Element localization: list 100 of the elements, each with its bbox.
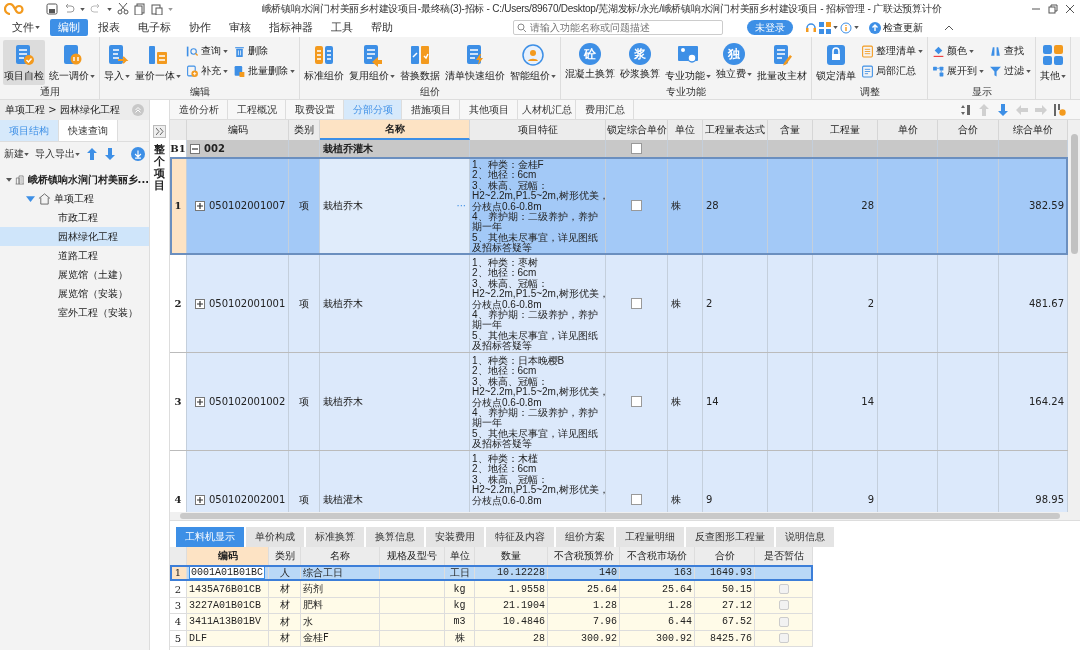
ribbon-button[interactable]: 专业功能 [664, 40, 712, 85]
redo-icon[interactable] [90, 3, 102, 15]
menu-tab[interactable]: 文件 [4, 19, 48, 36]
checkbox[interactable] [778, 600, 789, 611]
menu-tab[interactable]: 审核 [221, 19, 259, 36]
expand-button[interactable] [195, 200, 205, 211]
panel-tab[interactable]: 快速查询 [59, 120, 118, 141]
expand-caret-icon[interactable] [26, 194, 35, 203]
expand-button[interactable] [195, 298, 205, 309]
table-row[interactable]: 1 050102001007 项 栽植乔木 ··· 1、种类：金桂F 2、地径：6cm 3、株高、冠幅： H2~2.2m,P1.5~2m,树形优美， 分枝点0.6-0.8m 4、养护期：二级养护，养护 期一年 5、其他未尽事宜，详见图纸 及招标答疑等 株 28 28 382.59 [170, 157, 1068, 255]
ribbon-button[interactable]: 浆 砂浆换算 [619, 40, 661, 83]
ribbon-button[interactable]: 清单快速组价 [444, 40, 506, 85]
up-arrow-icon[interactable] [86, 148, 98, 160]
scrollbar[interactable] [1068, 120, 1080, 512]
tree-item[interactable]: 道路工程 [0, 246, 149, 265]
tree-item[interactable]: 市政工程 [0, 208, 149, 227]
detail-tab[interactable]: 安装费用 [426, 527, 484, 547]
menu-tab[interactable]: 报表 [90, 19, 128, 36]
detail-tab[interactable]: 特征及内容 [486, 527, 554, 547]
table-row[interactable]: 2 050102001001 项 栽植乔木 1、种类：枣树 2、地径：6cm 3、株高、冠幅： H2~2.2m,P1.5~2m,树形优美， 分枝点0.6-0.8m 4、养护期：二级养护，养护 期一年 5、其他未尽事宜，详见图纸 及招标答疑等 株 2 2 481.67 [170, 255, 1068, 353]
checkbox[interactable] [631, 143, 642, 154]
detail-tab[interactable]: 工程量明细 [616, 527, 684, 547]
apps-icon[interactable] [819, 21, 831, 34]
copy-icon[interactable] [134, 3, 146, 15]
column-header[interactable]: 名称 [320, 120, 470, 140]
checkbox[interactable] [778, 584, 789, 595]
expand-button[interactable] [195, 494, 205, 505]
toolbar-button[interactable]: 新建 [4, 147, 29, 161]
ribbon-button[interactable]: 查询 [185, 42, 229, 60]
detail-tab[interactable]: 反查图形工程量 [686, 527, 774, 547]
horizontal-scrollbar[interactable] [170, 512, 1080, 520]
ribbon-button[interactable]: 局部汇总 [860, 62, 924, 80]
ribbon-button[interactable]: 删除 [232, 42, 296, 60]
tree-item[interactable]: 峨桥镇响水涧门村美丽乡... [0, 170, 149, 189]
cut-icon[interactable] [117, 3, 129, 15]
ribbon-button[interactable]: 查找 [988, 42, 1032, 60]
ribbon-button[interactable]: 批量删除 [232, 62, 296, 80]
expand-panel-button[interactable] [153, 125, 166, 138]
columns-settings-icon[interactable] [1054, 103, 1066, 116]
tree-item[interactable]: 展览馆（安装） [0, 284, 149, 303]
checkbox[interactable] [631, 396, 642, 407]
collapse-icon[interactable] [132, 104, 144, 116]
table-row[interactable]: 3 050102001002 项 栽植乔木 1、种类：日本晚樱B 2、地径：6cm 3、株高、冠幅： H2~2.2m,P1.5~2m,树形优美， 分枝点0.6-0.8m 4、养护期：二级养护，养护 期一年 5、其他未尽事宜，详见图纸 及招标答疑等 株 14 14 164.24 [170, 353, 1068, 451]
checkbox[interactable] [631, 494, 642, 505]
checkbox[interactable] [778, 633, 789, 644]
save-icon[interactable] [46, 3, 58, 15]
menu-tab[interactable]: 帮助 [363, 19, 401, 36]
info-icon[interactable] [840, 21, 852, 34]
table-row[interactable]: 2 1435A76B01CB 材 药剂 kg 1.9558 25.64 25.64 50.15 [170, 581, 813, 598]
ribbon-button[interactable]: 标准组价 [303, 40, 345, 85]
tree-item[interactable]: 园林绿化工程 [0, 227, 149, 246]
table-row[interactable]: 4 050102002001 项 栽植灌木 1、种类：木槿 2、地径：6cm 3、株高、冠幅： H2~2.2m,P1.5~2m,树形优美， 分枝点0.6-0.8m 株 9 9 98.95 [170, 451, 1068, 512]
menu-tab[interactable]: 指标神器 [261, 19, 321, 36]
ribbon-button[interactable]: 锁定清单 [815, 40, 857, 85]
checkbox[interactable] [778, 616, 789, 627]
ribbon-button[interactable]: 颜色 [931, 42, 985, 60]
ribbon-button[interactable]: 量价一体 [134, 40, 182, 85]
ribbon-button[interactable]: 补充 [185, 62, 229, 80]
download-icon[interactable] [131, 147, 145, 161]
detail-tab[interactable]: 组价方案 [556, 527, 614, 547]
ribbon-button[interactable]: 导入 [103, 40, 131, 85]
menu-tab[interactable]: 协作 [181, 19, 219, 36]
restore-icon[interactable] [1047, 3, 1059, 15]
ribbon-button[interactable]: 其他 [1039, 40, 1067, 85]
sort-icon[interactable] [959, 103, 971, 116]
paste-icon[interactable] [151, 3, 163, 15]
table-row[interactable]: 1 0001A01B01BC 人 综合工日 工日 10.12228 140 163 1649.93 [170, 565, 813, 582]
detail-tab[interactable]: 说明信息 [776, 527, 834, 547]
ribbon-button[interactable]: 统一调价 [48, 40, 96, 85]
tree-item[interactable]: 单项工程 [0, 189, 149, 208]
checkbox[interactable] [631, 298, 642, 309]
ribbon-button[interactable]: 过滤 [988, 62, 1032, 80]
tree-item[interactable]: 展览馆（土建） [0, 265, 149, 284]
expand-button[interactable] [195, 396, 205, 407]
close-icon[interactable] [1064, 3, 1076, 15]
undo-icon[interactable] [63, 3, 75, 15]
detail-tab[interactable]: 换算信息 [366, 527, 424, 547]
detail-tab[interactable]: 单价构成 [246, 527, 304, 547]
checkbox[interactable] [631, 200, 642, 211]
down-arrow-icon[interactable] [104, 148, 116, 160]
detail-tab[interactable]: 标准换算 [306, 527, 364, 547]
check-update-button[interactable]: 检查更新 [869, 20, 923, 35]
table-row[interactable]: 4 3411A13B01BV 材 水 m3 10.4846 7.96 6.44 67.52 [170, 614, 813, 631]
ribbon-button[interactable]: 展开到 [931, 62, 985, 80]
ribbon-button[interactable]: 替换数据 [399, 40, 441, 85]
down-arrow-icon[interactable] [997, 103, 1009, 116]
menu-tab[interactable]: 电子标 [130, 19, 179, 36]
ribbon-button[interactable]: 独 独立费 [715, 40, 753, 83]
ribbon-button[interactable]: 整理清单 [860, 42, 924, 60]
headset-icon[interactable] [805, 21, 817, 34]
ribbon-button[interactable]: 砼 混凝土换算 [564, 40, 616, 83]
ribbon-button[interactable]: 复用组价 [348, 40, 396, 85]
menu-tab[interactable]: 工具 [323, 19, 361, 36]
collapse-button[interactable] [190, 143, 200, 154]
toolbar-button[interactable]: 导入导出 [35, 147, 80, 161]
search-field[interactable]: 请输入功能名称或问题描述 [513, 20, 723, 35]
ribbon-button[interactable]: 项目自检 [3, 40, 45, 85]
column-header[interactable]: 编码 [187, 547, 269, 565]
expand-caret-icon[interactable] [6, 175, 13, 184]
ribbon-button[interactable]: 智能组价 [509, 40, 557, 85]
